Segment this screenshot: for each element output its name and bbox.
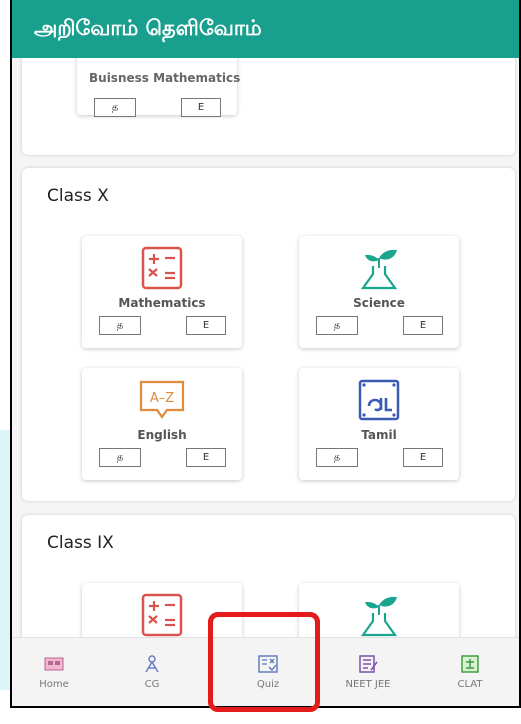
neet-jee-icon — [359, 655, 378, 673]
tamil-medium-button[interactable]: த — [99, 448, 141, 467]
nav-item-clat[interactable]: CLAT — [430, 654, 510, 690]
english-medium-button[interactable]: E — [403, 448, 443, 467]
subject-name: Tamil — [361, 428, 397, 442]
app-title: அறிவோம் தெளிவோம் — [34, 15, 262, 40]
app-bar: அறிவோம் தெளிவோம் — [12, 0, 519, 58]
plant-flask-icon — [360, 249, 398, 290]
subject-name: Mathematics — [118, 296, 206, 310]
subject-card-science[interactable]: Science த E — [299, 236, 459, 348]
cg-icon — [145, 655, 159, 673]
english-medium-button[interactable]: E — [186, 448, 226, 467]
nav-label: CLAT — [457, 679, 483, 690]
nav-label: CG — [144, 679, 160, 690]
class-x-title: Class X — [47, 186, 109, 206]
tamil-medium-button[interactable]: த — [316, 316, 358, 335]
subject-name: English — [137, 428, 187, 442]
subject-card-tamil[interactable]: Tamil த E — [299, 368, 459, 480]
home-icon — [44, 657, 64, 671]
english-medium-button[interactable]: E — [186, 316, 226, 335]
subject-name: Buisness Mathematics — [89, 71, 241, 85]
tamil-medium-button[interactable]: த — [99, 316, 141, 335]
tamil-medium-button[interactable]: த — [94, 98, 136, 117]
nav-item-cg[interactable]: CG — [112, 654, 192, 690]
clat-icon — [461, 655, 479, 673]
tamil-medium-button[interactable]: த — [316, 448, 358, 467]
math-book-icon — [141, 593, 183, 637]
a-z-speech-icon: A–Z — [139, 380, 185, 419]
subject-card-mathematics[interactable]: Mathematics த E — [82, 236, 242, 348]
phone-screen: அறிவோம் தெளிவோம் Buisness Mathematics த … — [10, 0, 521, 708]
tamil-letter-icon — [358, 379, 400, 421]
nav-label: NEET JEE — [345, 679, 391, 690]
english-medium-button[interactable]: E — [181, 98, 221, 117]
class-x-card: Class X Mathematics த E Science த E A–Z … — [22, 168, 515, 501]
math-book-icon — [141, 246, 183, 290]
subject-name: Science — [353, 296, 405, 310]
quiz-highlight-box — [208, 612, 320, 712]
subject-card-english[interactable]: A–Z English த E — [82, 368, 242, 480]
plant-flask-icon — [360, 596, 398, 637]
nav-label: Home — [39, 679, 69, 690]
class-ix-title: Class IX — [47, 533, 114, 553]
english-medium-button[interactable]: E — [403, 316, 443, 335]
svg-text:A–Z: A–Z — [150, 391, 174, 406]
nav-item-neet-jee[interactable]: NEET JEE — [328, 654, 408, 690]
nav-item-home[interactable]: Home — [14, 654, 94, 690]
